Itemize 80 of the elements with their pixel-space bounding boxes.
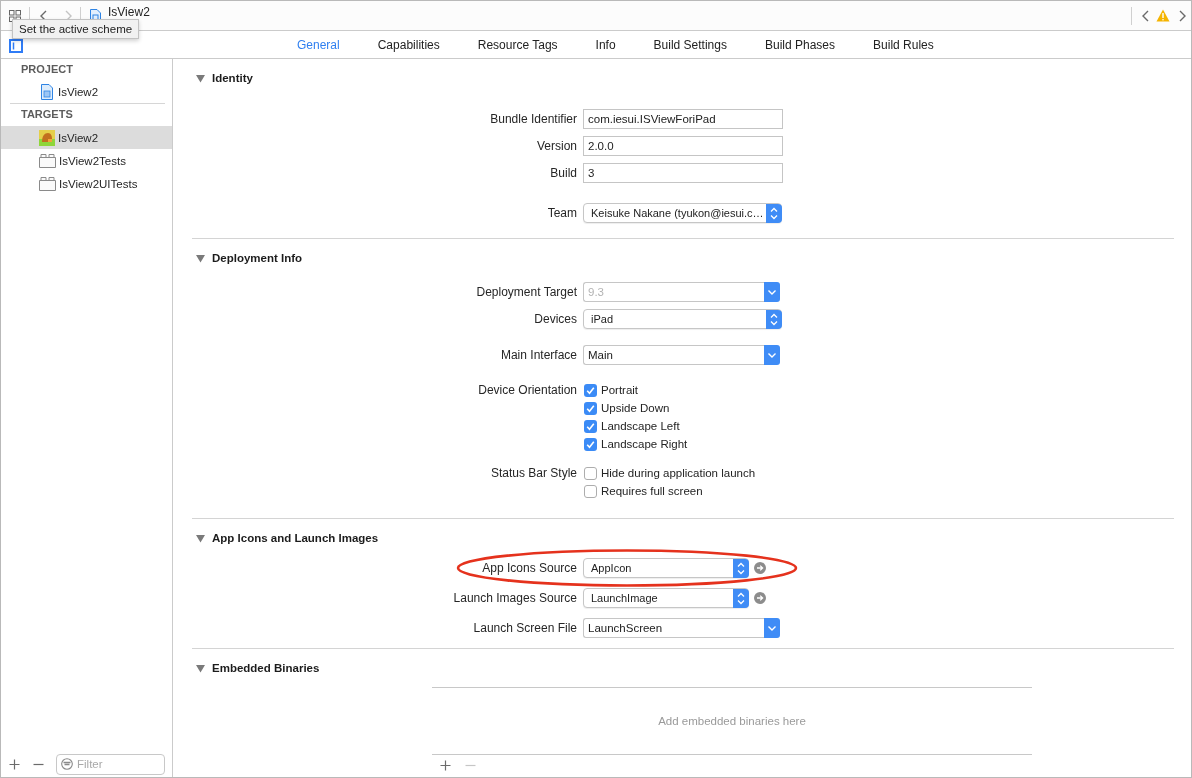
checkbox[interactable] — [584, 383, 597, 397]
checkbox-label: Upside Down — [601, 401, 670, 415]
combo-box[interactable]: 9.3 — [583, 282, 764, 302]
sidebar-toggle-icon[interactable] — [9, 38, 23, 53]
checkbox-label: Portrait — [601, 383, 639, 397]
tooltip: Set the active scheme — [12, 19, 140, 39]
text-field[interactable]: com.iesui.ISViewForiPad — [583, 109, 783, 129]
field-label: Device Orientation — [478, 383, 577, 397]
stepper-icon — [733, 588, 749, 608]
section-header[interactable]: Deployment Info — [192, 248, 303, 268]
field-label: Version — [536, 139, 577, 153]
breadcrumb-item[interactable]: IsView2 — [108, 6, 150, 18]
chevron-down-icon[interactable] — [764, 282, 780, 302]
popup-button[interactable]: LaunchImage — [583, 588, 749, 608]
sidebar-item[interactable]: IsView2 — [1, 126, 172, 149]
section-header[interactable]: Embedded Binaries — [192, 658, 320, 678]
tab[interactable]: Build Phases — [746, 36, 855, 53]
chevron-right-icon[interactable] — [1179, 9, 1186, 22]
chevron-left-icon[interactable] — [1142, 9, 1149, 22]
combo-box[interactable]: Main — [583, 345, 764, 365]
tab[interactable]: Build Settings — [634, 36, 746, 53]
text-field[interactable]: 3 — [583, 163, 783, 183]
tab[interactable]: General — [278, 36, 359, 53]
checkbox[interactable] — [584, 419, 597, 433]
field-label: Launch Screen File — [473, 621, 577, 635]
disclosure-triangle-icon[interactable] — [196, 253, 205, 263]
tab[interactable]: Build Rules — [854, 36, 953, 53]
text-field[interactable]: 2.0.0 — [583, 136, 783, 156]
filter-field[interactable]: Filter — [56, 753, 165, 775]
empty-list-message: Add embedded binaries here — [658, 714, 806, 728]
popup-button[interactable]: iPad — [583, 309, 782, 329]
chevron-down-icon[interactable] — [764, 618, 780, 638]
field-label: Deployment Target — [476, 285, 577, 299]
checkbox[interactable] — [584, 437, 597, 451]
section-header[interactable]: Identity — [192, 68, 253, 88]
tab[interactable]: Resource Tags — [458, 36, 577, 53]
field-label: Build — [550, 166, 577, 180]
sidebar-heading: TARGETS — [21, 108, 73, 121]
sidebar-item[interactable]: IsView2UITests — [1, 172, 172, 195]
chevron-down-icon[interactable] — [764, 345, 780, 365]
app-icon — [39, 129, 55, 146]
box-icon — [39, 153, 56, 168]
document-icon — [39, 84, 55, 100]
arrow-circle-icon[interactable] — [754, 592, 766, 604]
disclosure-triangle-icon[interactable] — [196, 73, 205, 83]
arrow-circle-icon[interactable] — [754, 562, 766, 574]
section-header[interactable]: App Icons and Launch Images — [192, 528, 379, 548]
plus-icon[interactable] — [440, 759, 451, 771]
stepper-icon — [766, 203, 782, 223]
sidebar-item[interactable]: IsView2 — [1, 81, 172, 103]
field-label: Team — [547, 206, 577, 220]
checkbox[interactable] — [584, 401, 597, 415]
popup-button[interactable]: Keisuke Nakane (tyukon@iesui.c… — [583, 203, 782, 223]
checkbox-label: Landscape Right — [601, 437, 688, 451]
field-label: Bundle Identifier — [490, 112, 577, 126]
checkbox-label: Hide during application launch — [601, 466, 756, 480]
box-icon — [39, 176, 56, 191]
checkbox[interactable] — [584, 466, 597, 480]
combo-box[interactable]: LaunchScreen — [583, 618, 764, 638]
sidebar-item[interactable]: IsView2Tests — [1, 149, 172, 172]
checkbox[interactable] — [584, 484, 597, 498]
field-label: Status Bar Style — [490, 466, 577, 480]
checkbox-label: Landscape Left — [601, 419, 680, 433]
warning-icon[interactable] — [1156, 9, 1170, 22]
sidebar-heading: PROJECT — [21, 63, 73, 76]
tab[interactable]: Info — [576, 36, 635, 53]
field-label: Devices — [534, 312, 577, 326]
checkbox-label: Requires full screen — [601, 484, 703, 498]
stepper-icon — [733, 558, 749, 578]
filter-icon — [61, 758, 73, 770]
grid-icon[interactable] — [9, 9, 21, 22]
plus-icon[interactable] — [9, 758, 20, 770]
popup-button[interactable]: AppIcon — [583, 558, 749, 578]
field-label: Main Interface — [500, 348, 577, 362]
disclosure-triangle-icon[interactable] — [196, 533, 205, 543]
field-label: Launch Images Source — [453, 591, 577, 605]
disclosure-triangle-icon[interactable] — [196, 663, 205, 673]
stepper-icon — [766, 309, 782, 329]
field-label: App Icons Source — [482, 561, 577, 575]
tab[interactable]: Capabilities — [358, 36, 459, 53]
